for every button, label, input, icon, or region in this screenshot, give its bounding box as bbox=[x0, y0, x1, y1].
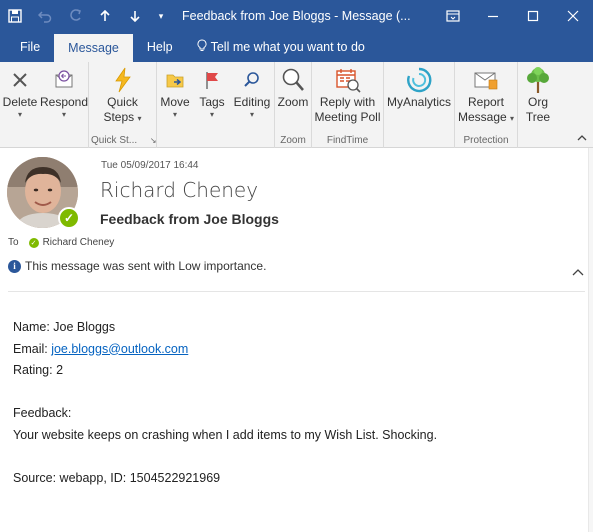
up-arrow-icon[interactable] bbox=[90, 0, 120, 32]
zoom-label: Zoom bbox=[277, 95, 309, 109]
group-zoom: Zoom Zoom bbox=[275, 62, 312, 148]
tab-file[interactable]: File bbox=[0, 32, 54, 62]
report-label-2: Message bbox=[457, 110, 507, 124]
chevron-down-icon: ▾ bbox=[17, 110, 22, 119]
tell-me-label: Tell me what you want to do bbox=[210, 40, 365, 54]
to-label: To bbox=[8, 237, 19, 248]
report-label-1: Report bbox=[467, 95, 505, 109]
group-move-tags-editing: Move ▾ Tags ▾ Editing ▾ bbox=[157, 62, 275, 148]
org-tree-button[interactable]: Org Tree bbox=[518, 62, 558, 148]
group-quick-steps: Quick Steps ▾ Quick St... ↘ bbox=[89, 62, 157, 148]
tags-label: Tags bbox=[199, 95, 225, 109]
group-label-protection: Protection bbox=[463, 135, 509, 146]
chevron-down-icon: ▾ bbox=[61, 110, 66, 119]
respond-button[interactable]: Respond ▾ bbox=[40, 62, 88, 148]
move-label: Move bbox=[160, 95, 190, 109]
scrollbar[interactable] bbox=[588, 148, 593, 532]
body-feedback-label: Feedback: bbox=[13, 406, 72, 420]
window-title: Feedback from Joe Bloggs - Message (... bbox=[182, 9, 411, 23]
group-label-zoom: Zoom bbox=[280, 135, 306, 146]
header-divider bbox=[8, 291, 585, 292]
info-icon: i bbox=[8, 259, 21, 273]
find-icon bbox=[238, 65, 266, 95]
myanalytics-icon bbox=[405, 65, 433, 95]
dialog-launcher-icon[interactable]: ↘ bbox=[150, 136, 157, 145]
reply-poll-label-2: Meeting Poll bbox=[314, 110, 381, 124]
move-button[interactable]: Move ▾ bbox=[157, 62, 193, 148]
tags-button[interactable]: Tags ▾ bbox=[193, 62, 231, 148]
ribbon: Delete ▾ Respond ▾ Quick Steps ▾ Quick S… bbox=[0, 62, 593, 148]
body-feedback: Your website keeps on crashing when I ad… bbox=[13, 427, 438, 442]
presence-available-icon: ✓ bbox=[28, 237, 39, 248]
customize-icon[interactable]: ▾ bbox=[150, 0, 172, 32]
respond-label: Respond bbox=[39, 95, 89, 109]
tab-help[interactable]: Help bbox=[133, 32, 187, 62]
minimize-icon[interactable] bbox=[473, 0, 513, 32]
group-protection: Report Message ▾ Protection bbox=[455, 62, 518, 148]
importance-infobar: i This message was sent with Low importa… bbox=[8, 259, 266, 273]
message-pane: ✓ Tue 05/09/2017 16:44 Richard Cheney Fe… bbox=[0, 148, 593, 532]
message-body: Name: Joe Bloggs Email: joe.bloggs@outlo… bbox=[13, 317, 437, 489]
message-date: Tue 05/09/2017 16:44 bbox=[101, 160, 199, 171]
tell-me-search[interactable]: Tell me what you want to do bbox=[187, 32, 365, 62]
editing-label: Editing bbox=[233, 95, 271, 109]
tab-message[interactable]: Message bbox=[54, 34, 133, 62]
body-rating: Rating: 2 bbox=[13, 363, 64, 377]
collapse-ribbon-icon[interactable] bbox=[577, 133, 587, 145]
group-findtime: Reply with Meeting Poll FindTime bbox=[312, 62, 384, 148]
body-email-label: Email: bbox=[13, 341, 52, 356]
ribbon-tabs: File Message Help Tell me what you want … bbox=[0, 32, 593, 62]
recipients-row: To ✓ Richard Cheney bbox=[8, 237, 114, 248]
quick-steps-label-2: Steps bbox=[103, 110, 135, 124]
message-subject: Feedback from Joe Bloggs bbox=[100, 211, 279, 227]
chevron-down-icon: ▾ bbox=[510, 114, 515, 123]
chevron-down-icon: ▾ bbox=[249, 110, 254, 119]
calendar-poll-icon bbox=[334, 65, 362, 95]
move-folder-icon bbox=[161, 65, 189, 95]
sender-name[interactable]: Richard Cheney bbox=[100, 178, 258, 202]
delete-label: Delete bbox=[2, 95, 38, 109]
myanalytics-button[interactable]: MyAnalytics bbox=[384, 62, 454, 148]
editing-button[interactable]: Editing ▾ bbox=[231, 62, 273, 148]
org-tree-label-1: Org bbox=[527, 95, 548, 109]
body-name: Name: Joe Bloggs bbox=[13, 320, 116, 334]
chevron-down-icon: ▾ bbox=[137, 114, 142, 123]
myanalytics-label: MyAnalytics bbox=[386, 95, 451, 109]
body-source: Source: webapp, ID: 1504522921969 bbox=[13, 470, 221, 485]
reply-poll-label-1: Reply with bbox=[319, 95, 376, 109]
delete-icon bbox=[6, 65, 34, 95]
redo-icon[interactable] bbox=[60, 0, 90, 32]
importance-text: This message was sent with Low importanc… bbox=[25, 259, 267, 273]
respond-icon bbox=[50, 65, 78, 95]
magnifier-icon bbox=[279, 65, 307, 95]
quick-steps-label-1: Quick bbox=[107, 95, 138, 109]
group-org-tree: Org Tree bbox=[518, 62, 558, 148]
group-delete-respond: Delete ▾ Respond ▾ bbox=[0, 62, 89, 148]
recipient-name[interactable]: Richard Cheney bbox=[43, 237, 115, 248]
report-message-icon bbox=[472, 65, 500, 95]
restore-ribbon-icon[interactable] bbox=[433, 0, 473, 32]
group-myanalytics: MyAnalytics bbox=[384, 62, 455, 148]
email-link[interactable]: joe.bloggs@outlook.com bbox=[51, 342, 188, 356]
chevron-down-icon: ▾ bbox=[172, 110, 177, 119]
undo-icon[interactable] bbox=[30, 0, 60, 32]
close-icon[interactable] bbox=[553, 0, 593, 32]
group-label-quick-steps: Quick St... bbox=[91, 135, 138, 146]
body-email-line: Email: joe.bloggs@outlook.com bbox=[13, 339, 437, 361]
delete-button[interactable]: Delete ▾ bbox=[0, 62, 40, 148]
flag-icon bbox=[198, 65, 226, 95]
group-label-findtime: FindTime bbox=[326, 135, 369, 146]
save-icon[interactable] bbox=[0, 0, 30, 32]
chevron-down-icon: ▾ bbox=[209, 110, 214, 119]
title-bar: ▾ Feedback from Joe Bloggs - Message (..… bbox=[0, 0, 593, 32]
tree-icon bbox=[524, 65, 552, 95]
lightbulb-icon bbox=[197, 39, 207, 55]
presence-available-icon: ✓ bbox=[58, 207, 80, 229]
lightning-icon bbox=[109, 65, 137, 95]
org-tree-label-2: Tree bbox=[525, 110, 551, 124]
maximize-icon[interactable] bbox=[513, 0, 553, 32]
down-arrow-icon[interactable] bbox=[120, 0, 150, 32]
collapse-header-icon[interactable] bbox=[572, 265, 584, 279]
